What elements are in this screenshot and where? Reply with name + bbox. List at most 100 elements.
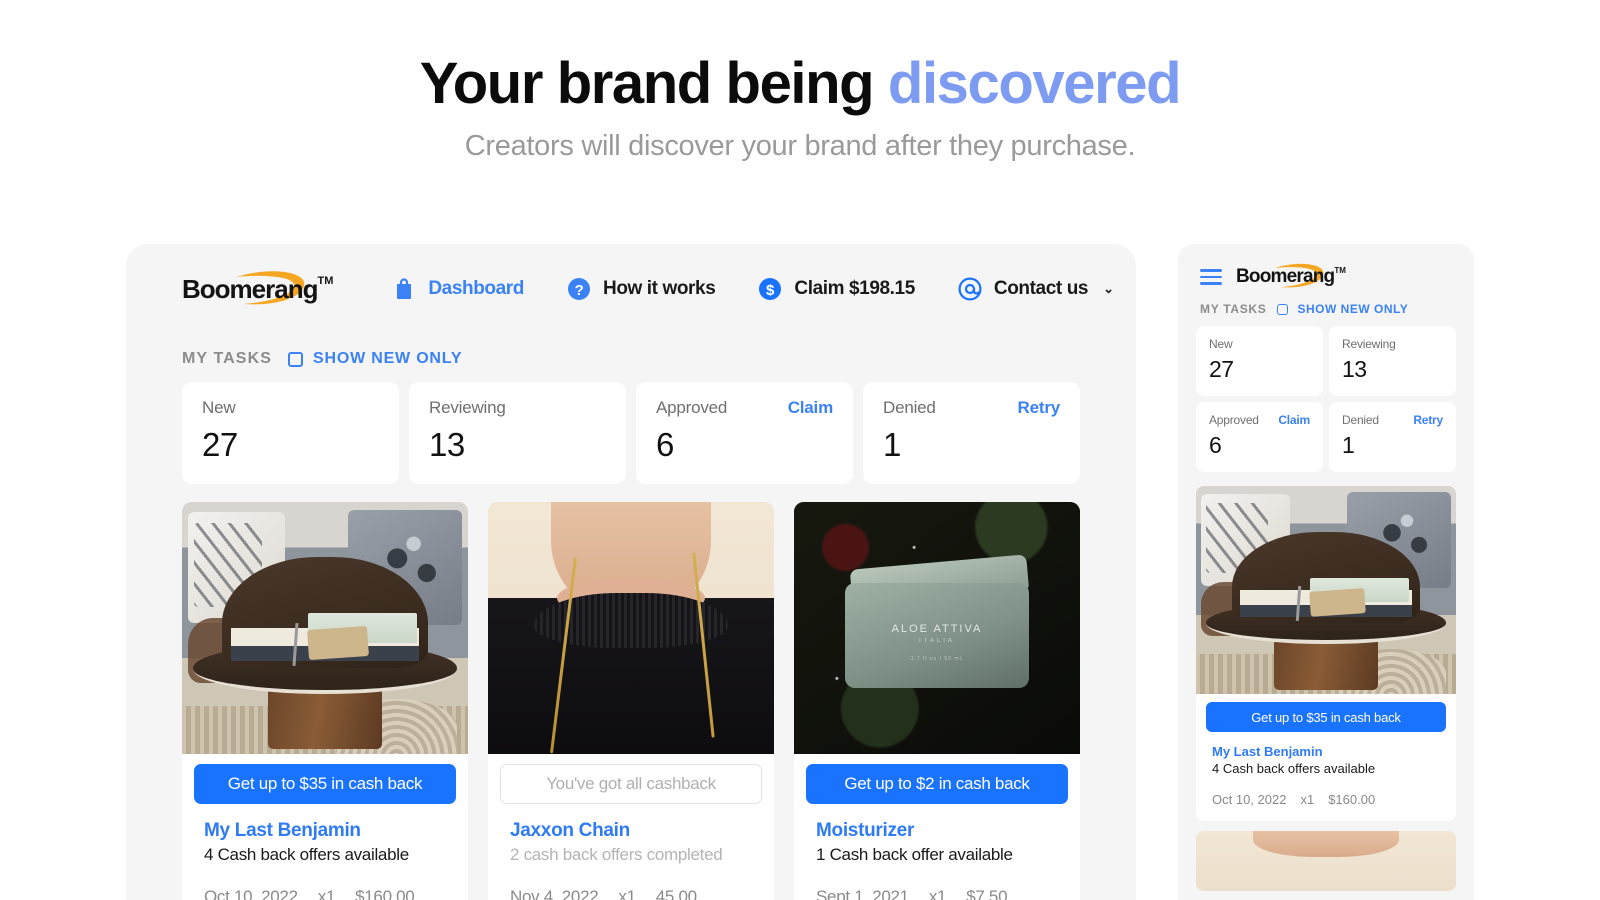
stat-value: 13	[1342, 356, 1367, 382]
product-title[interactable]: Moisturizer	[816, 820, 1058, 842]
hero-section: Your brand being discovered Creators wil…	[0, 0, 1600, 163]
stat-action-claim[interactable]: Claim	[1278, 413, 1310, 427]
svg-text:?: ?	[575, 282, 584, 299]
cashback-button-completed[interactable]: You've got all cashback	[500, 764, 762, 804]
svg-text:$: $	[766, 282, 775, 299]
cashback-button[interactable]: Get up to $35 in cash back	[1206, 702, 1446, 732]
product-qty: x1	[1300, 792, 1315, 807]
product-title[interactable]: Jaxxon Chain	[510, 820, 752, 842]
screenshot-panels: Boomerang TM Dashboard ? How it works $ …	[0, 244, 1600, 900]
product-date: Oct 10, 2022	[1212, 792, 1287, 807]
stat-action-retry[interactable]: Retry	[1018, 398, 1061, 418]
products-row: Get up to $35 in cash back My Last Benja…	[126, 484, 1136, 900]
nav-item-claim[interactable]: $ Claim $198.15	[757, 276, 915, 302]
product-price: $160.00	[1328, 792, 1376, 807]
stat-value: 6	[1209, 432, 1222, 458]
stat-label: Reviewing	[429, 398, 506, 417]
product-subtitle: 1 Cash back offer available	[816, 845, 1013, 864]
tasks-toolbar: MY TASKS SHOW NEW ONLY	[126, 334, 1136, 368]
stat-label: Approved	[656, 398, 728, 417]
product-price: $160.00	[355, 887, 415, 900]
product-image-chain	[1196, 831, 1456, 891]
nav-label-how-it-works: How it works	[603, 278, 716, 299]
product-qty: x1	[317, 887, 336, 900]
at-sign-icon	[958, 277, 982, 301]
page-title: Your brand being discovered	[0, 52, 1600, 116]
shopping-bag-icon	[397, 278, 412, 299]
mobile-tasks-toolbar: MY TASKS SHOW NEW ONLY	[1178, 288, 1474, 316]
stat-card-new[interactable]: New 27	[1196, 326, 1323, 396]
show-new-only-toggle[interactable]: SHOW NEW ONLY	[288, 350, 462, 368]
chevron-down-icon[interactable]: ⌄	[1103, 281, 1114, 297]
product-price: $7.50	[966, 887, 1008, 900]
my-tasks-label: MY TASKS	[1200, 302, 1267, 316]
stat-label: New	[1209, 337, 1233, 351]
stat-value: 1	[883, 426, 901, 463]
product-date: Oct 10, 2022	[204, 887, 298, 900]
product-qty: x1	[618, 887, 636, 900]
product-image-moisturizer: ALOE ATTIVA ITALIA 1.7 fl oz / 50 mL	[794, 502, 1080, 754]
mobile-product-card[interactable]: Get up to $35 in cash back My Last Benja…	[1196, 486, 1456, 821]
stat-label: Denied	[1342, 413, 1379, 427]
cashback-button[interactable]: Get up to $35 in cash back	[194, 764, 456, 804]
checkbox-icon[interactable]	[288, 351, 303, 367]
stat-action-retry[interactable]: Retry	[1413, 413, 1443, 427]
stat-value: 13	[429, 426, 465, 463]
cashback-button[interactable]: Get up to $2 in cash back	[806, 764, 1068, 804]
mobile-navbar: Boomerang TM	[1178, 244, 1474, 288]
question-circle-icon: ?	[568, 278, 590, 300]
product-card-moisturizer[interactable]: ALOE ATTIVA ITALIA 1.7 fl oz / 50 mL Get…	[794, 502, 1080, 900]
product-image-hat	[182, 502, 468, 754]
logo-wordmark: Boomerang	[1236, 266, 1335, 287]
page-title-accent: discovered	[887, 51, 1182, 116]
nav-item-dashboard[interactable]: Dashboard	[391, 276, 524, 302]
stat-card-reviewing[interactable]: Reviewing 13	[1329, 326, 1456, 396]
stat-card-reviewing[interactable]: Reviewing 13	[409, 382, 626, 484]
page-title-plain: Your brand being	[419, 51, 888, 116]
stat-value: 27	[202, 426, 238, 463]
stat-label: Reviewing	[1342, 337, 1396, 351]
checkbox-icon[interactable]	[1276, 303, 1288, 315]
desktop-navbar: Boomerang TM Dashboard ? How it works $ …	[126, 244, 1136, 334]
mobile-product-card-next[interactable]	[1196, 831, 1456, 891]
nav-item-how-it-works[interactable]: ? How it works	[566, 276, 716, 302]
product-qty: x1	[928, 887, 947, 900]
boomerang-logo-mobile[interactable]: Boomerang TM	[1236, 263, 1346, 288]
product-card-hat[interactable]: Get up to $35 in cash back My Last Benja…	[182, 502, 468, 900]
nav-item-contact-us[interactable]: Contact us ⌄	[957, 276, 1114, 302]
stat-card-approved[interactable]: Approved Claim 6	[1196, 402, 1323, 472]
product-price: 45.00	[655, 887, 697, 900]
stat-card-denied[interactable]: Denied Retry 1	[1329, 402, 1456, 472]
mobile-stats-grid: New 27 Reviewing 13 Approved Claim 6 Den…	[1178, 316, 1474, 472]
stat-label: Approved	[1209, 413, 1259, 427]
show-new-only-label: SHOW NEW ONLY	[313, 350, 463, 367]
product-subtitle: 4 Cash back offers available	[1212, 761, 1376, 776]
product-subtitle: 4 Cash back offers available	[204, 845, 409, 864]
jar-origin-text: ITALIA	[919, 638, 955, 645]
show-new-only-toggle[interactable]: SHOW NEW ONLY	[1276, 302, 1409, 316]
stat-label: New	[202, 398, 236, 417]
product-card-chain[interactable]: You've got all cashback Jaxxon Chain 2 c…	[488, 502, 774, 900]
nav-label-claim: Claim $198.15	[794, 278, 915, 299]
product-subtitle: 2 cash back offers completed	[510, 845, 723, 864]
stat-card-approved[interactable]: Approved Claim 6	[636, 382, 853, 484]
product-title[interactable]: My Last Benjamin	[1212, 744, 1440, 759]
stat-value: 27	[1209, 356, 1234, 382]
product-meta: Nov 4, 2022 x1 45.00	[488, 865, 774, 900]
logo-wordmark: Boomerang	[182, 273, 318, 304]
boomerang-logo[interactable]: Boomerang TM	[182, 270, 334, 305]
page-root: Your brand being discovered Creators wil…	[0, 0, 1600, 900]
stat-action-claim[interactable]: Claim	[788, 398, 833, 418]
jar-brand-text: ALOE ATTIVA	[891, 622, 983, 635]
stat-value: 1	[1342, 432, 1355, 458]
product-title[interactable]: My Last Benjamin	[204, 820, 446, 842]
desktop-app-panel: Boomerang TM Dashboard ? How it works $ …	[126, 244, 1136, 900]
stat-card-denied[interactable]: Denied Retry 1	[863, 382, 1080, 484]
product-meta: Oct 10, 2022 x1 $160.00	[1196, 776, 1456, 821]
stat-card-new[interactable]: New 27	[182, 382, 399, 484]
logo-trademark: TM	[317, 274, 334, 287]
hamburger-menu-icon[interactable]	[1200, 269, 1222, 285]
product-image-chain	[488, 502, 774, 754]
nav-label-dashboard: Dashboard	[428, 278, 524, 299]
nav-label-contact-us: Contact us	[993, 278, 1089, 299]
